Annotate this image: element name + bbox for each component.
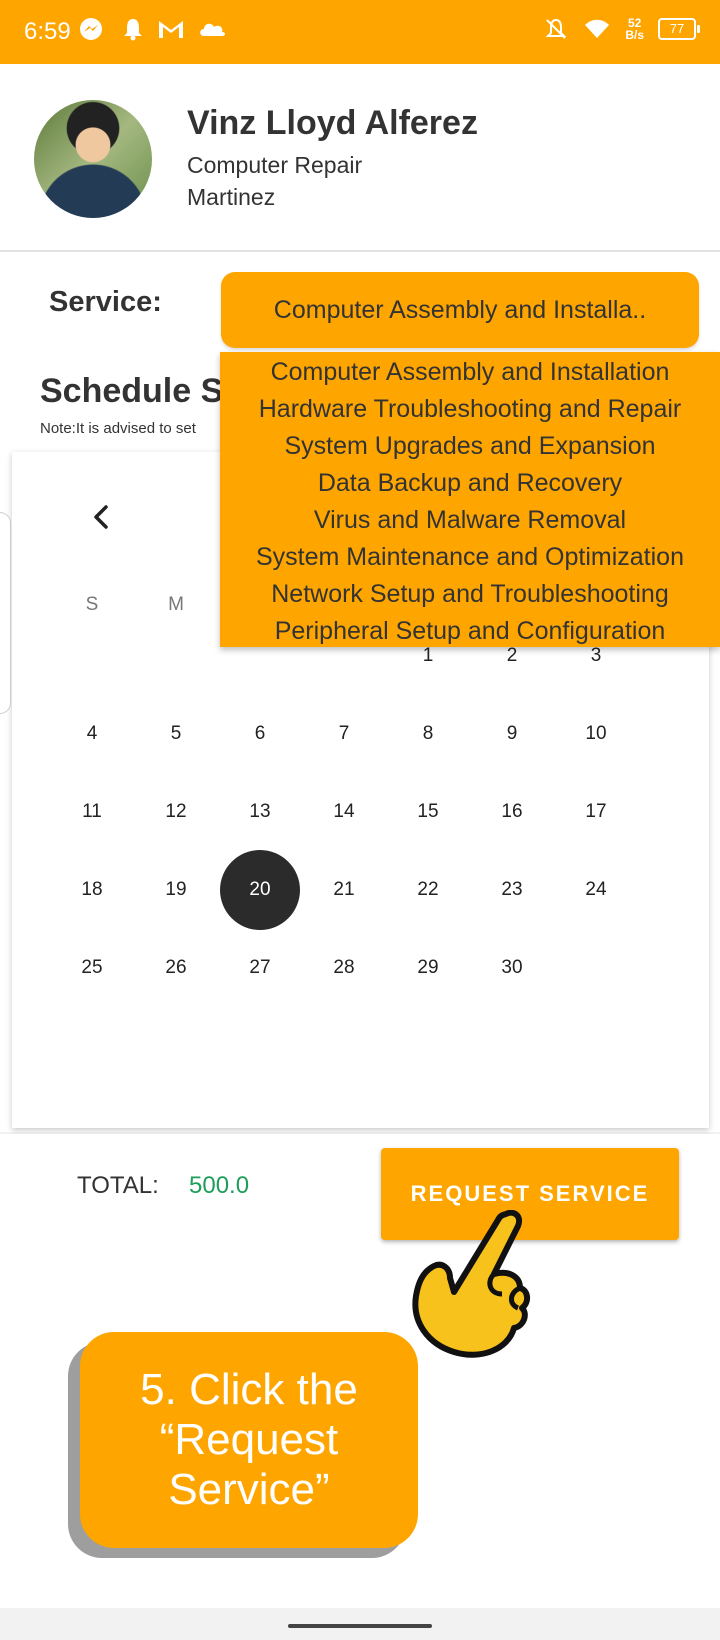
service-options-menu: Computer Assembly and Installation Hardwa… — [220, 352, 720, 647]
calendar-day[interactable]: 28 — [314, 948, 374, 988]
bell-icon — [124, 19, 142, 41]
provider-location: Martinez — [187, 184, 276, 210]
calendar-day[interactable]: 26 — [146, 948, 206, 988]
wifi-icon — [585, 19, 610, 38]
calendar-day[interactable]: 15 — [398, 792, 458, 832]
calendar-day[interactable]: 11 — [62, 792, 122, 832]
calendar-day[interactable]: 24 — [566, 870, 626, 910]
instruction-callout: 5. Click the “Request Service” — [80, 1332, 418, 1548]
calendar-day[interactable]: 4 — [62, 714, 122, 754]
calendar-day[interactable]: 5 — [146, 714, 206, 754]
calendar-side-tab — [0, 512, 11, 714]
service-option[interactable]: Peripheral Setup and Configuration — [220, 613, 720, 650]
calendar-day[interactable]: 14 — [314, 792, 374, 832]
service-label: Service: — [49, 286, 162, 318]
calendar-day[interactable]: 30 — [482, 948, 542, 988]
total-label: TOTAL: — [77, 1172, 159, 1199]
calendar-day-selected[interactable]: 20 — [230, 870, 290, 910]
calendar-day[interactable]: 23 — [482, 870, 542, 910]
service-option[interactable]: Network Setup and Troubleshooting — [220, 576, 720, 613]
calendar-day[interactable]: 9 — [482, 714, 542, 754]
calendar-day[interactable]: 19 — [146, 870, 206, 910]
status-time: 6:59 — [24, 18, 71, 45]
service-option[interactable]: System Maintenance and Optimization — [220, 539, 720, 576]
cloud-icon — [200, 23, 225, 36]
avatar — [34, 100, 152, 218]
calendar-day[interactable]: 7 — [314, 714, 374, 754]
calendar-day[interactable]: 16 — [482, 792, 542, 832]
calendar-day[interactable]: 13 — [230, 792, 290, 832]
calendar-day[interactable]: 10 — [566, 714, 626, 754]
battery-icon: 77 — [658, 18, 700, 40]
weekday-header: M — [168, 594, 184, 615]
footer: TOTAL: 500.0 REQUEST SERVICE 5. Click th… — [0, 1134, 720, 1608]
calendar-day[interactable]: 12 — [146, 792, 206, 832]
home-gesture-handle[interactable] — [288, 1624, 432, 1628]
callout-line-3: Service” — [168, 1465, 330, 1514]
service-option[interactable]: Virus and Malware Removal — [220, 502, 720, 539]
calendar-day[interactable]: 17 — [566, 792, 626, 832]
net-speed: 52 B/s — [625, 16, 644, 42]
callout-line-1: 5. Click the — [140, 1365, 358, 1414]
calendar-day[interactable]: 8 — [398, 714, 458, 754]
pointing-hand-icon — [412, 1210, 530, 1358]
status-bar: 6:59 52 B/s 77 — [0, 0, 720, 64]
calendar-day[interactable]: 21 — [314, 870, 374, 910]
mute-bell-icon — [545, 18, 567, 39]
calendar-day[interactable]: 18 — [62, 870, 122, 910]
calendar-day[interactable]: 25 — [62, 948, 122, 988]
service-option[interactable]: Computer Assembly and Installation — [220, 354, 720, 391]
total-value: 500.0 — [189, 1172, 250, 1199]
schedule-note: Note:It is advised to set — [40, 420, 196, 437]
service-option[interactable]: Data Backup and Recovery — [220, 465, 720, 502]
provider-category: Computer Repair — [187, 152, 363, 178]
service-option[interactable]: System Upgrades and Expansion — [220, 428, 720, 465]
calendar-day[interactable]: 29 — [398, 948, 458, 988]
gmail-icon — [159, 21, 183, 38]
calendar-day[interactable]: 27 — [230, 948, 290, 988]
service-option[interactable]: Hardware Troubleshooting and Repair — [220, 391, 720, 428]
chevron-left-icon[interactable] — [82, 497, 122, 537]
provider-profile: Vinz Lloyd Alferez Computer Repair Marti… — [0, 64, 720, 251]
callout-line-2: “Request — [159, 1415, 339, 1464]
weekday-header: S — [85, 594, 99, 615]
provider-name: Vinz Lloyd Alferez — [187, 104, 478, 142]
service-dropdown[interactable]: Computer Assembly and Installa.. — [221, 272, 699, 348]
calendar-day[interactable]: 6 — [230, 714, 290, 754]
schedule-title: Schedule S — [40, 372, 224, 410]
messenger-icon — [80, 18, 102, 40]
calendar-day[interactable]: 22 — [398, 870, 458, 910]
system-nav-bar — [0, 1608, 720, 1640]
